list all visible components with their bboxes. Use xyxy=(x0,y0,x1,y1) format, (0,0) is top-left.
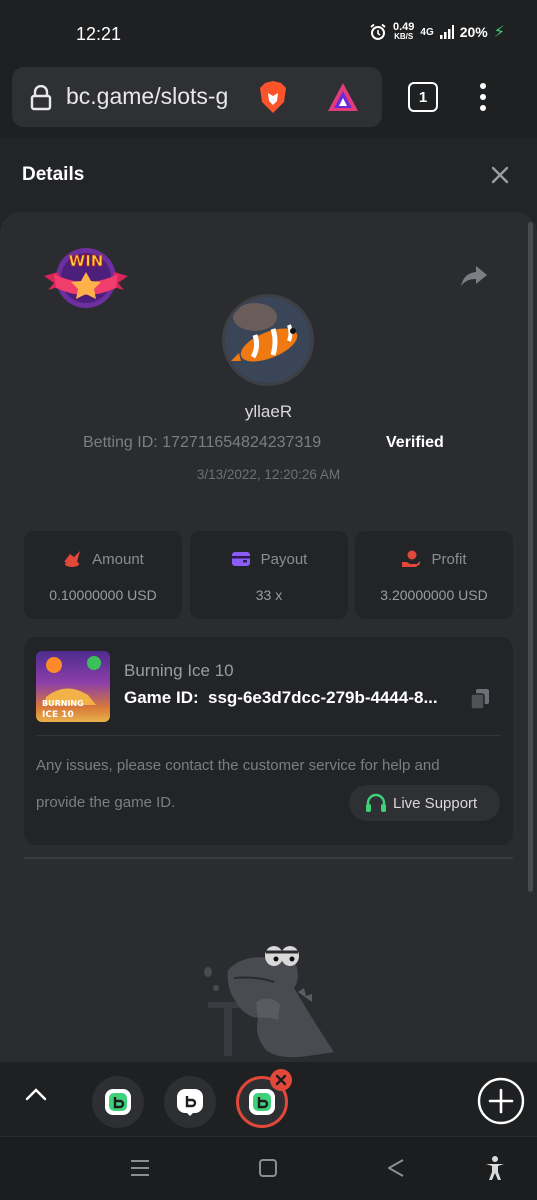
profit-card: Profit 3.20000000 USD xyxy=(355,531,513,619)
game-card: BURNING ICE 10 Burning Ice 10 Game ID: s… xyxy=(24,637,513,845)
bet-timestamp: 3/13/2022, 12:20:26 AM xyxy=(196,467,341,482)
back-icon[interactable] xyxy=(386,1157,406,1179)
tab-thumbnail-2[interactable] xyxy=(164,1076,216,1128)
close-icon[interactable] xyxy=(488,163,512,187)
crocodile-mascot-illustration xyxy=(204,946,334,1058)
bc-game-favicon-icon xyxy=(177,1089,203,1116)
copy-icon[interactable] xyxy=(470,688,490,710)
win-badge: WIN xyxy=(44,248,128,308)
alarm-icon xyxy=(370,23,386,40)
signal-icon xyxy=(439,25,454,39)
payout-value: 33 x xyxy=(255,587,283,603)
browser-toolbar: bc.game/slots-g 1 xyxy=(0,66,537,138)
game-name[interactable]: Burning Ice 10 xyxy=(124,661,234,681)
system-nav-bar xyxy=(0,1136,537,1200)
home-icon[interactable] xyxy=(258,1157,278,1179)
live-support-button[interactable]: Live Support xyxy=(349,785,500,821)
payout-label: Payout xyxy=(260,550,308,568)
svg-text:WIN: WIN xyxy=(69,252,104,270)
live-support-label: Live Support xyxy=(393,794,478,812)
status-icons: 0.49 KB/S 4G 20% ⚡ xyxy=(369,22,505,42)
hand-coin-icon xyxy=(402,550,421,567)
bc-game-favicon-icon xyxy=(249,1089,275,1115)
wallet-icon xyxy=(231,552,250,566)
page-content: Details WIN yllaeR Betting ID: 172711654… xyxy=(0,138,537,1072)
username: yllaeR xyxy=(244,402,293,421)
game-thumbnail-art: BURNING ICE 10 xyxy=(42,656,101,720)
svg-text:ICE 10: ICE 10 xyxy=(42,710,74,720)
brave-shields-icon[interactable] xyxy=(256,79,290,115)
game-thumbnail[interactable]: BURNING ICE 10 xyxy=(36,651,110,722)
recents-menu-icon[interactable] xyxy=(130,1157,150,1179)
profit-value: 3.20000000 USD xyxy=(380,587,488,603)
chevron-up-icon[interactable] xyxy=(24,1086,48,1102)
tab-thumbnail-1[interactable] xyxy=(92,1076,144,1128)
svg-text:BURNING: BURNING xyxy=(42,699,84,708)
headset-icon xyxy=(366,793,386,812)
details-header: Details xyxy=(0,138,537,212)
payout-card: Payout 33 x xyxy=(190,531,348,619)
more-menu-icon[interactable] xyxy=(478,82,488,112)
close-tab-icon[interactable] xyxy=(270,1069,292,1091)
avatar xyxy=(222,294,314,386)
page-title: Details xyxy=(22,164,85,185)
network-type: 4G xyxy=(420,26,434,38)
clownfish-avatar-image xyxy=(225,297,311,383)
betting-id: Betting ID: 172711654824237319 xyxy=(83,434,322,451)
bet-details-panel: WIN yllaeR Betting ID: 17271165482423731… xyxy=(0,212,537,1072)
tab-switcher-button[interactable]: 1 xyxy=(408,82,438,112)
accessibility-icon[interactable] xyxy=(484,1155,506,1181)
close-x-glyph xyxy=(275,1074,287,1086)
scrollbar[interactable] xyxy=(528,222,533,892)
status-bar: 12:21 0.49 KB/S 4G 20% ⚡ xyxy=(0,0,537,66)
help-text-line1: Any issues, please contact the customer … xyxy=(36,757,440,774)
url-text[interactable]: bc.game/slots-g xyxy=(66,83,252,110)
status-time: 12:21 xyxy=(76,24,122,44)
address-bar[interactable]: bc.game/slots-g xyxy=(12,67,382,127)
bc-game-favicon-icon xyxy=(105,1089,131,1115)
add-tab-icon[interactable] xyxy=(476,1076,526,1126)
game-id-value: ssg-6e3d7dcc-279b-4444-8... xyxy=(208,688,438,707)
coins-icon xyxy=(64,551,81,567)
network-speed: 0.49 KB/S xyxy=(392,21,415,42)
lock-icon xyxy=(30,85,52,111)
battery-level: 20% xyxy=(459,24,488,40)
verified-badge[interactable]: Verified xyxy=(386,434,444,452)
profit-label: Profit xyxy=(431,550,467,568)
section-divider xyxy=(24,857,513,859)
game-id-label: Game ID: xyxy=(124,688,199,707)
share-icon[interactable] xyxy=(460,264,488,288)
amount-label: Amount xyxy=(92,550,144,568)
brave-rewards-icon[interactable] xyxy=(326,81,360,113)
divider xyxy=(36,735,501,736)
help-text-line2: provide the game ID. xyxy=(36,794,176,811)
tab-group-strip xyxy=(0,1062,537,1136)
amount-card: Amount 0.10000000 USD xyxy=(24,531,182,619)
charging-icon: ⚡ xyxy=(493,24,505,41)
amount-value: 0.10000000 USD xyxy=(49,587,157,603)
